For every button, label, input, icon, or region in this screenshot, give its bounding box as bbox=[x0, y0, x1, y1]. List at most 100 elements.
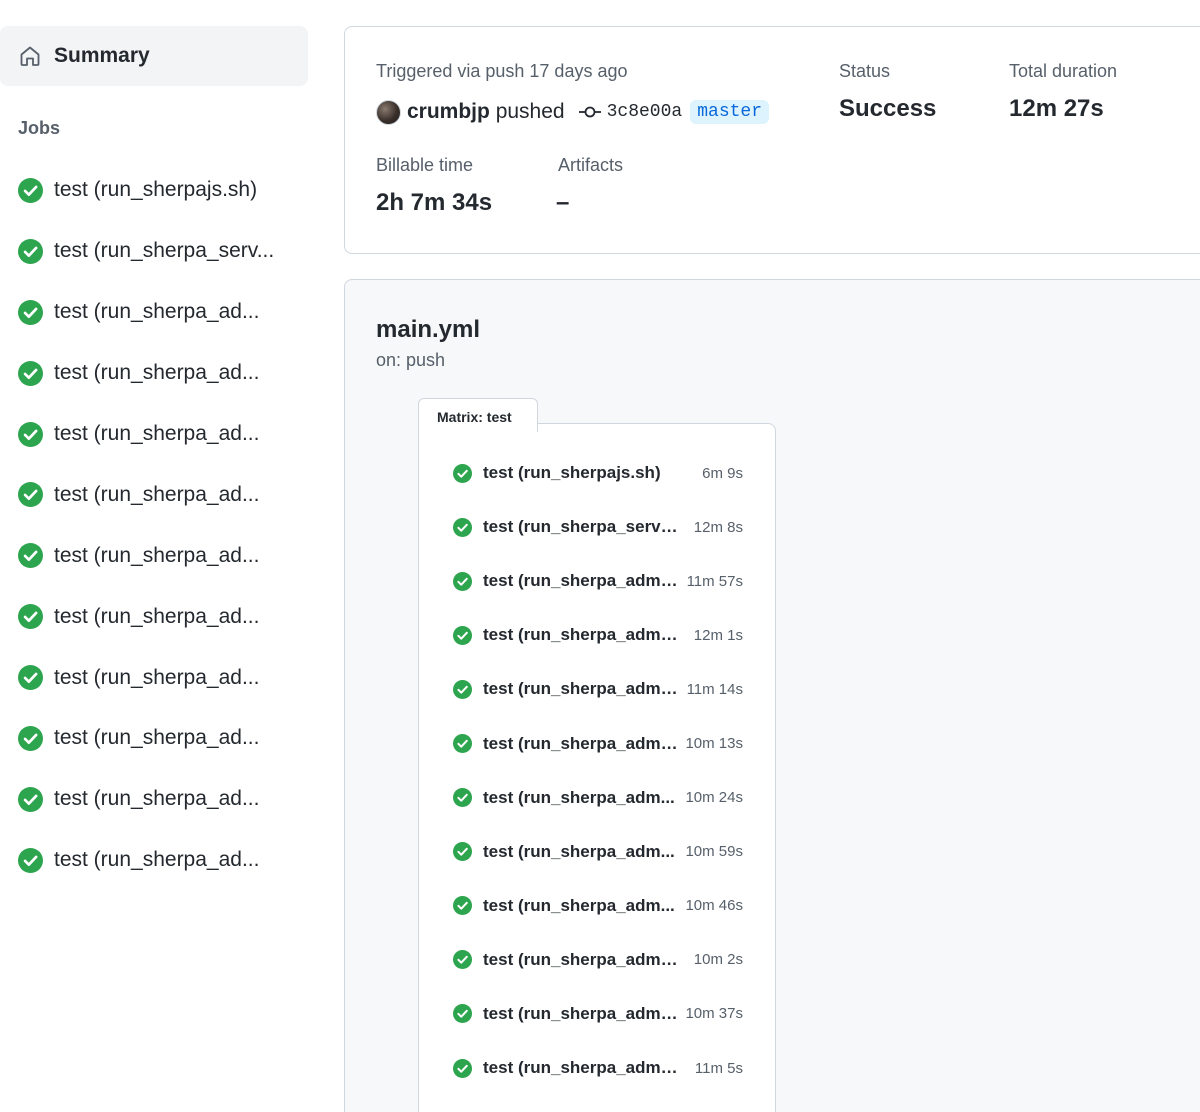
matrix-job-list: test (run_sherpajs.sh) 6m 9s test (run_she… bbox=[453, 446, 743, 1095]
matrix-job-label: test (run_sherpa_admi... bbox=[483, 949, 679, 969]
workflow-trigger: on: push bbox=[376, 350, 446, 370]
artifacts-value: – bbox=[556, 189, 570, 216]
check-circle-icon bbox=[18, 604, 43, 630]
check-circle-icon bbox=[453, 896, 472, 916]
matrix-job-item[interactable]: test (run_sherpa_admi... 10m 2s bbox=[453, 933, 743, 987]
check-circle-icon bbox=[453, 463, 472, 483]
check-circle-icon bbox=[453, 625, 472, 645]
check-circle-icon bbox=[18, 786, 43, 812]
matrix-job-label: test (run_sherpa_admin... bbox=[483, 1058, 679, 1078]
matrix-job-item[interactable]: test (run_sherpa_serve... 12m 8s bbox=[453, 500, 743, 554]
check-circle-icon bbox=[453, 679, 472, 699]
sidebar-job-item[interactable]: test (run_sherpa_ad... bbox=[0, 769, 308, 830]
matrix-job-label: test (run_sherpa_admi... bbox=[483, 1003, 679, 1023]
sidebar-job-label: test (run_sherpa_ad... bbox=[54, 543, 260, 567]
check-circle-icon bbox=[453, 1058, 472, 1078]
matrix-job-label: test (run_sherpa_adm... bbox=[483, 787, 675, 807]
total-duration-value: 12m 27s bbox=[1009, 95, 1104, 122]
jobs-heading: Jobs bbox=[18, 118, 61, 138]
matrix-job-duration: 10m 24s bbox=[685, 789, 743, 807]
triggered-text: Triggered via push 17 days ago bbox=[376, 61, 628, 81]
matrix-job-label: test (run_sherpajs.sh) bbox=[483, 463, 661, 483]
sidebar-job-list: test (run_sherpajs.sh)test (run_sherpa_s… bbox=[0, 160, 308, 891]
sidebar-job-item[interactable]: test (run_sherpa_ad... bbox=[0, 830, 308, 891]
check-circle-icon bbox=[18, 725, 43, 751]
sidebar-job-item[interactable]: test (run_sherpa_ad... bbox=[0, 282, 308, 343]
billable-time-label: Billable time bbox=[376, 155, 474, 175]
matrix-job-item[interactable]: test (run_sherpa_admin... 11m 5s bbox=[453, 1041, 743, 1095]
matrix-job-duration: 10m 59s bbox=[685, 843, 743, 861]
matrix-job-item[interactable]: test (run_sherpa_admi... 11m 57s bbox=[453, 554, 743, 608]
avatar[interactable] bbox=[376, 99, 401, 125]
commit-sha[interactable]: 3c8e00a bbox=[607, 102, 683, 122]
sidebar-job-item[interactable]: test (run_sherpa_ad... bbox=[0, 586, 308, 647]
matrix-job-label: test (run_sherpa_adm... bbox=[483, 841, 675, 861]
matrix-job-item[interactable]: test (run_sherpa_admi... 10m 13s bbox=[453, 716, 743, 770]
sidebar-job-item[interactable]: test (run_sherpa_ad... bbox=[0, 525, 308, 586]
check-circle-icon bbox=[18, 421, 43, 447]
pusher-name[interactable]: crumbjp bbox=[407, 100, 490, 123]
check-circle-icon bbox=[18, 177, 43, 203]
status-label: Status bbox=[839, 61, 891, 81]
matrix-job-item[interactable]: test (run_sherpa_adm... 10m 46s bbox=[453, 879, 743, 933]
matrix-job-item[interactable]: test (run_sherpa_adm... 10m 24s bbox=[453, 771, 743, 825]
total-duration-label: Total duration bbox=[1009, 61, 1118, 81]
matrix-job-label: test (run_sherpa_admi... bbox=[483, 679, 679, 699]
matrix-job-duration: 10m 46s bbox=[685, 897, 743, 915]
matrix-job-duration: 6m 9s bbox=[702, 464, 743, 482]
sidebar-job-label: test (run_sherpa_ad... bbox=[54, 422, 260, 445]
matrix-job-duration: 11m 5s bbox=[694, 1059, 743, 1077]
sidebar-job-label: test (run_sherpa_ad... bbox=[54, 482, 260, 506]
sidebar-job-item[interactable]: test (run_sherpa_ad... bbox=[0, 464, 308, 525]
matrix-job-duration: 10m 2s bbox=[693, 951, 743, 969]
matrix-job-label: test (run_sherpa_serve... bbox=[483, 517, 679, 537]
sidebar-job-label: test (run_sherpa_ad... bbox=[54, 665, 260, 689]
matrix-job-duration: 11m 57s bbox=[686, 572, 743, 590]
check-circle-icon bbox=[18, 360, 43, 386]
sidebar-job-label: test (run_sherpa_serv... bbox=[54, 239, 275, 263]
check-circle-icon bbox=[18, 238, 43, 264]
run-summary-card: Triggered via push 17 days ago crumbjp p… bbox=[344, 26, 1200, 254]
pusher-text: crumbjp pushed bbox=[407, 100, 565, 124]
check-circle-icon bbox=[453, 842, 472, 862]
sidebar-job-label: test (run_sherpa_ad... bbox=[54, 361, 260, 385]
sidebar-job-item[interactable]: test (run_sherpa_serv... bbox=[0, 221, 308, 282]
sidebar-job-item[interactable]: test (run_sherpa_ad... bbox=[0, 343, 308, 404]
sidebar-job-item[interactable]: test (run_sherpa_ad... bbox=[0, 404, 308, 465]
workflow-name: main.yml bbox=[376, 316, 481, 343]
check-circle-icon bbox=[453, 1004, 472, 1024]
matrix-job-duration: 12m 1s bbox=[693, 626, 743, 644]
matrix-job-item[interactable]: test (run_sherpajs.sh) 6m 9s bbox=[453, 446, 743, 500]
matrix-job-duration: 12m 8s bbox=[693, 518, 743, 536]
sidebar-summary-label: Summary bbox=[54, 44, 150, 67]
matrix-job-item[interactable]: test (run_sherpa_admi... 11m 14s bbox=[453, 662, 743, 716]
check-circle-icon bbox=[453, 571, 472, 591]
check-circle-icon bbox=[18, 543, 43, 569]
billable-time-value: 2h 7m 34s bbox=[376, 189, 493, 216]
sidebar-job-item[interactable]: test (run_sherpa_ad... bbox=[0, 708, 308, 769]
matrix-job-label: test (run_sherpa_admi... bbox=[483, 571, 679, 591]
matrix-job-item[interactable]: test (run_sherpa_admin... 12m 1s bbox=[453, 608, 743, 662]
sidebar-job-item[interactable]: test (run_sherpa_ad... bbox=[0, 647, 308, 708]
pusher-row: crumbjp pushed 3c8e00a master bbox=[376, 97, 770, 127]
matrix-job-duration: 11m 14s bbox=[686, 680, 743, 698]
check-circle-icon bbox=[18, 847, 43, 873]
matrix-job-item[interactable]: test (run_sherpa_admi... 10m 37s bbox=[453, 987, 743, 1041]
branch-label[interactable]: master bbox=[690, 100, 770, 124]
matrix-tab: Matrix: test bbox=[418, 398, 538, 432]
check-circle-icon bbox=[453, 517, 472, 537]
matrix-job-duration: 10m 37s bbox=[685, 1005, 743, 1023]
sidebar-summary-link[interactable]: Summary bbox=[0, 26, 308, 86]
sidebar-job-label: test (run_sherpajs.sh) bbox=[54, 178, 258, 202]
sidebar-job-label: test (run_sherpa_ad... bbox=[54, 848, 260, 872]
home-icon bbox=[20, 46, 40, 66]
matrix-box: test (run_sherpajs.sh) 6m 9s test (run_she… bbox=[418, 423, 776, 1112]
status-value: Success bbox=[839, 95, 937, 122]
matrix-job-duration: 10m 13s bbox=[685, 735, 743, 753]
artifacts-label: Artifacts bbox=[558, 155, 624, 175]
sidebar-job-label: test (run_sherpa_ad... bbox=[54, 300, 260, 324]
sidebar-job-label: test (run_sherpa_ad... bbox=[54, 604, 260, 628]
matrix-job-item[interactable]: test (run_sherpa_adm... 10m 59s bbox=[453, 825, 743, 879]
sidebar: Summary Jobs test (run_sherpajs.sh) test … bbox=[0, 0, 320, 1112]
sidebar-job-item[interactable]: test (run_sherpajs.sh) bbox=[0, 160, 308, 221]
